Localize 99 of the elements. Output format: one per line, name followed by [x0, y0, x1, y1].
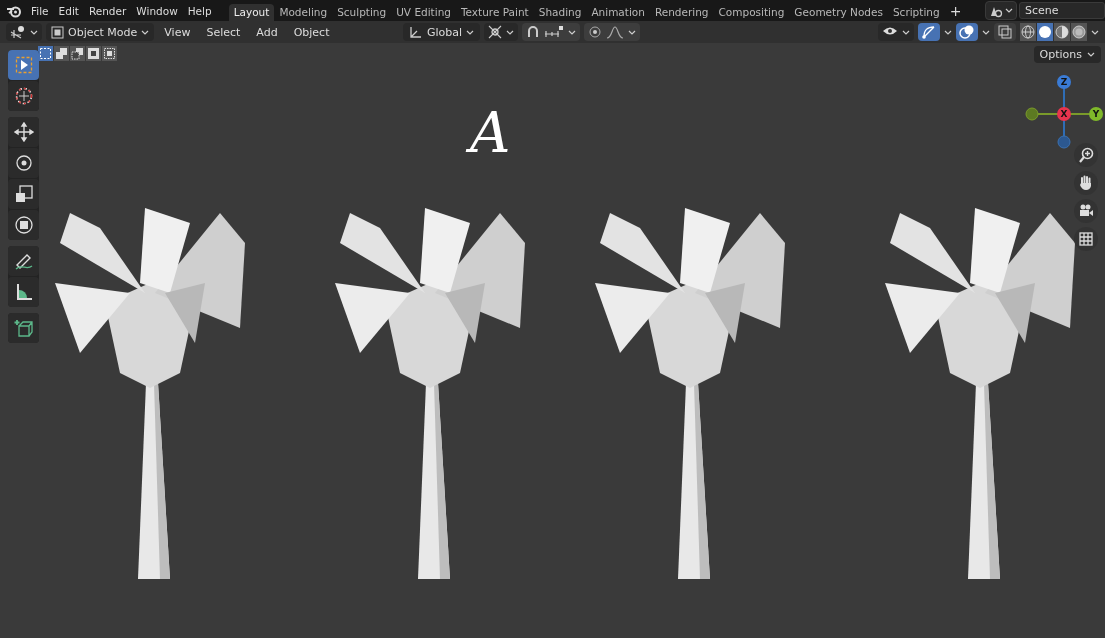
menu-item[interactable]: File	[26, 4, 54, 17]
select-extend-icon	[55, 47, 68, 60]
rotate-tool-icon	[13, 153, 34, 173]
caret-icon	[902, 29, 910, 35]
transform-tool-button[interactable]	[8, 210, 39, 240]
select-invert-button[interactable]	[86, 46, 101, 61]
mode-label: Object Mode	[68, 25, 138, 39]
snap-toggle[interactable]	[522, 23, 580, 41]
add-workspace-button[interactable]: +	[944, 3, 967, 21]
gizmo-toggle[interactable]	[918, 23, 940, 41]
overlay-toggle[interactable]	[956, 23, 978, 41]
caret-icon	[568, 29, 576, 35]
target-icon	[588, 25, 602, 39]
workspace-tab[interactable]: Texture Paint	[455, 4, 534, 21]
axes-icon	[408, 25, 423, 39]
increment-icon	[544, 25, 564, 39]
add-cube-tool-button[interactable]	[8, 313, 39, 343]
caret-icon	[30, 29, 38, 35]
menu-item[interactable]: Help	[182, 4, 217, 17]
pivot-icon	[488, 25, 502, 39]
measure-tool-button[interactable]	[8, 277, 39, 307]
menu-item[interactable]: Window	[131, 4, 183, 17]
rotate-tool-button[interactable]	[8, 148, 39, 178]
annotate-tool-button[interactable]	[8, 246, 39, 276]
workspace-tab[interactable]: Modeling	[274, 4, 333, 21]
mode-dropdown[interactable]: Object Mode	[46, 23, 155, 41]
zoom-icon[interactable]	[1074, 143, 1098, 167]
select-tool-button[interactable]	[8, 50, 39, 80]
select-tool-icon	[13, 55, 34, 75]
rendered-sphere-icon	[1072, 25, 1086, 39]
workspace-tab[interactable]: Scripting	[887, 4, 945, 21]
wireframe-sphere-icon	[1021, 25, 1035, 39]
material-sphere-icon	[1055, 25, 1069, 39]
workspace-tab[interactable]: Layout	[228, 4, 275, 21]
pivot-point-button[interactable]	[484, 23, 518, 41]
material-shading-button[interactable]	[1054, 23, 1070, 41]
scene-type-button[interactable]	[985, 1, 1017, 20]
header-menu-item[interactable]: View	[158, 25, 197, 39]
xray-toggle[interactable]	[994, 23, 1016, 41]
header-menu-item[interactable]: Object	[287, 25, 336, 39]
menu-item[interactable]: Render	[83, 4, 132, 17]
caret-icon	[1005, 8, 1013, 13]
move-tool-icon	[13, 122, 34, 142]
editor-type-button[interactable]	[6, 23, 42, 41]
select-intersect-button[interactable]	[102, 46, 117, 61]
caret-icon	[506, 29, 514, 35]
orientation-label: Global	[426, 25, 462, 39]
xray-icon	[997, 24, 1013, 40]
workspace-tab[interactable]: Geometry Nodes	[789, 4, 888, 21]
workspace-tab[interactable]: Animation	[586, 4, 650, 21]
select-new-button[interactable]	[38, 46, 53, 61]
overlay-icon	[959, 24, 975, 40]
workspace-tab[interactable]: UV Editing	[391, 4, 456, 21]
magnet-icon	[526, 25, 540, 39]
options-dropdown[interactable]: Options	[1033, 46, 1101, 63]
select-intersect-icon	[103, 47, 116, 60]
header-menu-item[interactable]: Add	[250, 25, 284, 39]
visibility-button[interactable]	[878, 23, 914, 41]
y-axis-button[interactable]: Y	[1089, 107, 1103, 121]
scale-tool-icon	[13, 184, 34, 204]
select-extend-button[interactable]	[54, 46, 69, 61]
solid-sphere-icon	[1038, 25, 1052, 39]
workspace-tab[interactable]: Shading	[533, 4, 587, 21]
orientation-dropdown[interactable]: Global	[402, 23, 480, 41]
caret-icon	[1087, 52, 1095, 57]
solid-shading-button[interactable]	[1037, 23, 1053, 41]
caret-icon[interactable]	[944, 29, 952, 35]
proportional-toggle[interactable]	[584, 23, 640, 41]
rendered-shading-button[interactable]	[1071, 23, 1087, 41]
caret-icon	[466, 29, 474, 35]
handwritten-annotation: A	[466, 98, 523, 168]
scale-tool-button[interactable]	[8, 179, 39, 209]
object-mode-icon	[51, 25, 64, 39]
add-cube-tool-icon	[13, 318, 34, 338]
menu-item[interactable]: Edit	[53, 4, 84, 17]
grid-icon[interactable]	[1074, 227, 1098, 251]
cursor-tool-button[interactable]	[8, 81, 39, 111]
falloff-curve-icon	[606, 25, 624, 39]
caret-icon[interactable]	[982, 29, 990, 35]
cursor-tool-icon	[13, 86, 34, 106]
z-axis-button[interactable]: Z	[1057, 75, 1071, 89]
caret-icon[interactable]	[1091, 29, 1099, 35]
hand-icon[interactable]	[1074, 171, 1098, 195]
select-subtract-button[interactable]	[70, 46, 85, 61]
x-axis-button[interactable]: X	[1057, 107, 1071, 121]
caret-icon	[141, 29, 150, 35]
caret-icon	[628, 29, 636, 35]
header-menu-item[interactable]: Select	[200, 25, 247, 39]
transform-tool-icon	[13, 215, 34, 235]
camera-icon[interactable]	[1074, 199, 1098, 223]
wireframe-shading-button[interactable]	[1020, 23, 1036, 41]
workspace-tab[interactable]: Compositing	[713, 4, 790, 21]
select-subtract-icon	[71, 47, 84, 60]
scene-name-field[interactable]: Scene	[1019, 2, 1105, 19]
workspace-tab[interactable]: Sculpting	[332, 4, 392, 21]
select-new-icon	[39, 47, 52, 60]
move-tool-button[interactable]	[8, 117, 39, 147]
workspace-tab[interactable]: Rendering	[649, 4, 714, 21]
select-invert-icon	[87, 47, 100, 60]
